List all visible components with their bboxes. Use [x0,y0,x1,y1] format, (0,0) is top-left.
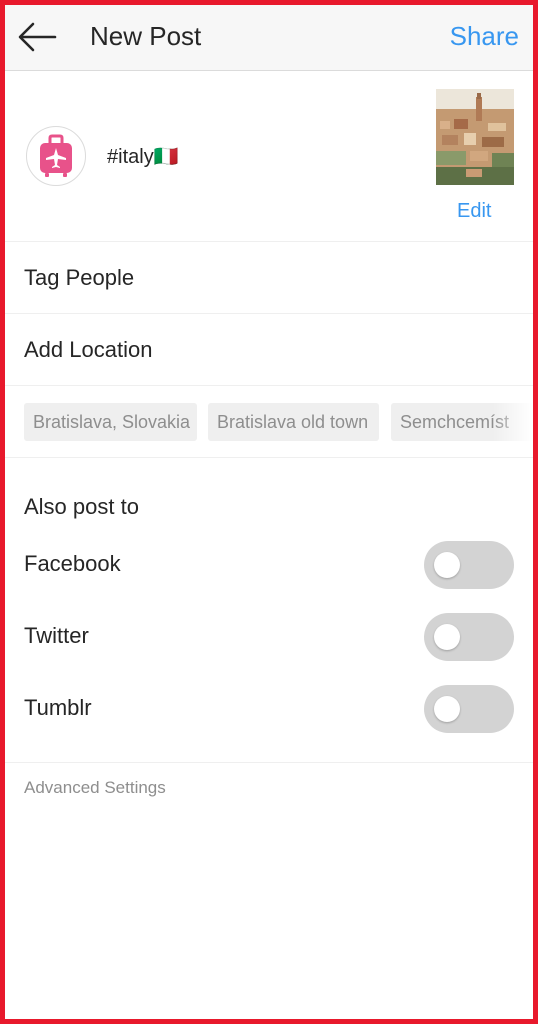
city-photo-image [436,89,514,185]
toggle-knob [434,696,460,722]
twitter-toggle[interactable] [424,613,514,661]
luggage-airplane-icon [40,134,72,177]
add-location-row[interactable]: Add Location [5,314,533,386]
top-bar: New Post Share [5,5,533,71]
share-facebook-row: Facebook [5,537,533,593]
share-button[interactable]: Share [450,21,519,52]
also-post-to-heading: Also post to [24,494,139,519]
toggle-knob [434,552,460,578]
facebook-label: Facebook [24,551,121,576]
location-chip[interactable]: Bratislava old town [208,403,379,441]
section-divider [5,762,533,763]
advanced-settings-link[interactable]: Advanced Settings [24,778,166,798]
back-button[interactable] [17,19,57,55]
tag-people-row[interactable]: Tag People [5,242,533,314]
tumblr-label: Tumblr [24,695,92,720]
share-tumblr-row: Tumblr [5,681,533,737]
share-twitter-row: Twitter [5,609,533,665]
location-chip[interactable]: Bratislava, Slovakia [24,403,197,441]
avatar [26,126,86,186]
caption-text[interactable]: #italy🇮🇹 [107,144,179,169]
arrow-left-icon [18,22,57,52]
add-location-label: Add Location [24,336,153,362]
page-title: New Post [90,21,202,51]
chip-scroll-fade [493,386,533,457]
toggle-knob [434,624,460,650]
compose-section: #italy🇮🇹 Edit [5,72,533,242]
tumblr-toggle[interactable] [424,685,514,733]
tag-people-label: Tag People [24,264,135,290]
facebook-toggle[interactable] [424,541,514,589]
post-thumbnail[interactable] [436,89,514,185]
location-suggestions: Bratislava, Slovakia Bratislava old town… [5,386,533,458]
twitter-label: Twitter [24,623,89,648]
edit-photo-link[interactable]: Edit [457,200,491,223]
